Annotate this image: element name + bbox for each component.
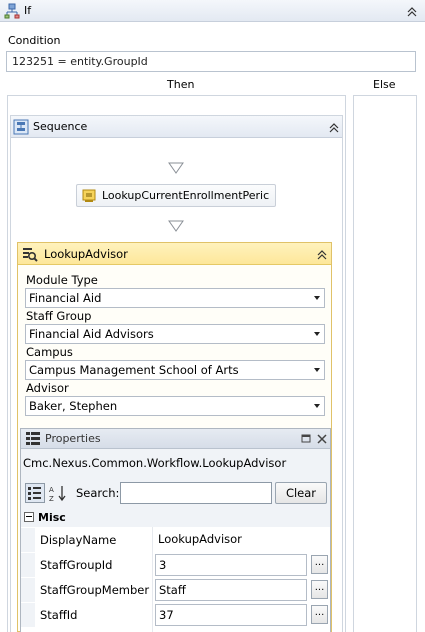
categorized-view-icon[interactable] [25, 483, 45, 503]
property-name: StaffGroupId [40, 558, 113, 572]
properties-title-bar: Properties [21, 429, 330, 449]
property-value[interactable]: LookupAdvisor [155, 529, 307, 551]
property-row-staffgroupid[interactable]: StaffGroupId 3 ... [21, 553, 330, 577]
campus-value: Campus Management School of Arts [29, 363, 239, 377]
dropdown-arrow-icon[interactable] [314, 332, 320, 336]
lookup-enrollment-period-activity[interactable]: LookupCurrentEnrollmentPeric [76, 184, 276, 207]
drop-target-arrow-icon[interactable] [168, 220, 184, 232]
search-label: Search: [76, 486, 120, 500]
collapse-sequence-icon[interactable] [327, 120, 341, 134]
svg-text:Z: Z [49, 495, 54, 503]
ellipsis-button[interactable]: ... [311, 605, 328, 624]
property-name: StaffId [40, 608, 78, 622]
campus-select[interactable]: Campus Management School of Arts [25, 360, 325, 380]
collapse-lookup-advisor-icon[interactable] [315, 247, 329, 261]
campus-label: Campus [26, 345, 73, 359]
property-value-input[interactable]: 3 [155, 554, 307, 576]
alphabetical-sort-icon[interactable]: A Z [48, 483, 68, 503]
advisor-select[interactable]: Baker, Stephen [25, 396, 325, 416]
category-label: Misc [38, 511, 66, 524]
row-gutter [21, 528, 35, 552]
module-type-select[interactable]: Financial Aid [25, 288, 325, 308]
then-label: Then [167, 78, 195, 91]
properties-toolbar: A Z Search: Clear [21, 479, 330, 507]
properties-icon [25, 431, 41, 447]
property-name: StaffGroupMember [40, 583, 150, 597]
dropdown-arrow-icon[interactable] [314, 404, 320, 408]
staff-group-label: Staff Group [26, 309, 92, 323]
collapse-category-icon[interactable] [24, 512, 34, 522]
sequence-icon [13, 119, 29, 135]
advisor-value: Baker, Stephen [29, 399, 118, 413]
property-row-staffid[interactable]: StaffId 37 ... [21, 603, 330, 627]
else-branch[interactable] [353, 95, 417, 632]
ellipsis-button[interactable]: ... [311, 555, 328, 574]
lookup-advisor-header[interactable]: LookupAdvisor [18, 243, 331, 265]
module-type-label: Module Type [26, 273, 98, 287]
property-value-input[interactable]: 37 [155, 604, 307, 626]
lookup-enrollment-period-label: LookupCurrentEnrollmentPeric [102, 189, 270, 202]
staff-group-select[interactable]: Financial Aid Advisors [25, 324, 325, 344]
svg-text:A: A [49, 486, 54, 494]
if-activity-title: If [24, 4, 32, 17]
row-gutter [21, 603, 35, 627]
category-row-misc[interactable]: Misc [21, 509, 330, 527]
property-grid: Misc DisplayName LookupAdvisor StaffGrou… [21, 509, 330, 632]
lookup-search-icon [22, 246, 38, 262]
if-activity-icon [4, 3, 20, 19]
lookup-activity-icon [81, 188, 97, 204]
staff-group-value: Financial Aid Advisors [29, 327, 154, 341]
property-name: DisplayName [40, 533, 117, 547]
properties-title: Properties [45, 432, 101, 445]
property-row-staffgroupmember[interactable]: StaffGroupMember Staff ... [21, 578, 330, 602]
properties-search-input[interactable] [120, 482, 272, 504]
row-gutter [21, 578, 35, 602]
close-icon[interactable] [315, 432, 329, 446]
collapse-if-icon[interactable] [405, 4, 419, 18]
if-activity-header[interactable]: If [0, 0, 425, 22]
ellipsis-button[interactable]: ... [311, 580, 328, 599]
property-row-displayname[interactable]: DisplayName LookupAdvisor [21, 528, 330, 552]
else-label: Else [373, 78, 396, 91]
clear-button[interactable]: Clear [275, 482, 327, 504]
sequence-title: Sequence [33, 120, 88, 133]
property-value-input[interactable]: Staff [155, 579, 307, 601]
condition-input[interactable]: 123251 = entity.GroupId [6, 51, 416, 72]
maximize-icon[interactable] [299, 432, 313, 446]
sequence-header[interactable]: Sequence [11, 116, 342, 138]
module-type-value: Financial Aid [29, 291, 102, 305]
drop-target-arrow-icon[interactable] [168, 162, 184, 174]
dropdown-arrow-icon[interactable] [314, 296, 320, 300]
properties-type-name: Cmc.Nexus.Common.Workflow.LookupAdvisor [23, 456, 287, 470]
properties-panel[interactable]: Properties Cmc.Nexus.Common.Workflow.Loo… [20, 428, 331, 632]
lookup-advisor-title: LookupAdvisor [44, 247, 128, 261]
advisor-label: Advisor [26, 381, 69, 395]
condition-label: Condition [8, 34, 61, 47]
row-gutter [21, 553, 35, 577]
dropdown-arrow-icon[interactable] [314, 368, 320, 372]
lookup-advisor-activity[interactable]: LookupAdvisor Module Type Financial Aid … [17, 242, 332, 632]
